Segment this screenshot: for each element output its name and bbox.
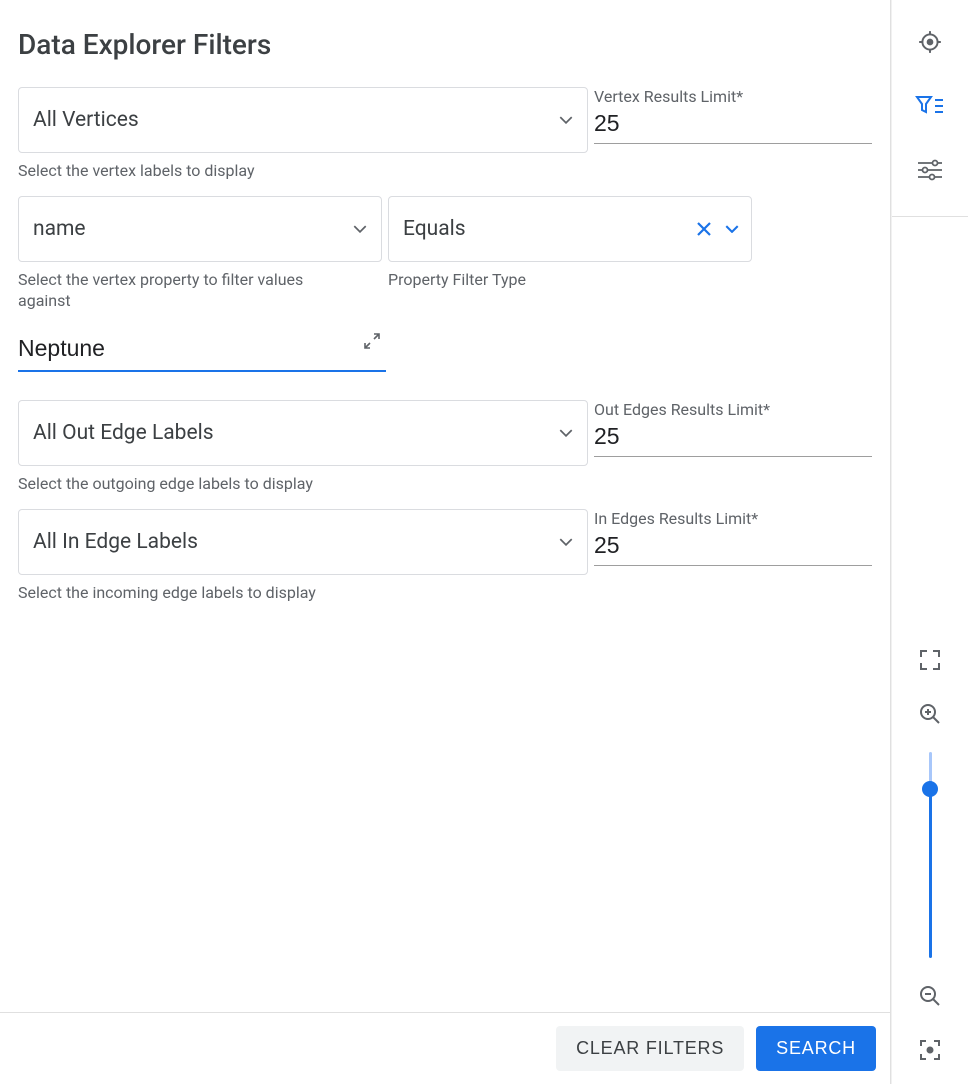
- search-button[interactable]: SEARCH: [756, 1026, 876, 1071]
- vertex-property-value: name: [33, 217, 86, 241]
- out-edge-labels-value: All Out Edge Labels: [33, 421, 214, 445]
- vertex-property-helper: Select the vertex property to filter val…: [18, 270, 358, 312]
- in-edge-limit-label: In Edges Results Limit*: [594, 509, 872, 528]
- vertex-labels-helper: Select the vertex labels to display: [18, 161, 588, 182]
- clear-filters-button[interactable]: CLEAR FILTERS: [556, 1026, 744, 1071]
- out-edge-limit-input[interactable]: [594, 419, 872, 457]
- filter-icon[interactable]: [914, 90, 946, 122]
- settings-sliders-icon[interactable]: [914, 154, 946, 186]
- vertex-labels-select[interactable]: All Vertices: [18, 87, 588, 153]
- zoom-slider-thumb[interactable]: [922, 781, 938, 797]
- zoom-out-icon[interactable]: [914, 980, 946, 1012]
- clear-filter-type-icon[interactable]: [695, 220, 713, 238]
- out-edge-limit-label: Out Edges Results Limit*: [594, 400, 872, 419]
- right-toolbar: [891, 0, 968, 1084]
- filter-type-select[interactable]: Equals: [388, 196, 752, 262]
- zoom-slider[interactable]: [929, 752, 932, 958]
- in-edge-labels-value: All In Edge Labels: [33, 530, 198, 554]
- center-focus-icon[interactable]: [914, 1034, 946, 1066]
- in-edge-labels-select[interactable]: All In Edge Labels: [18, 509, 588, 575]
- filter-type-value: Equals: [403, 217, 466, 241]
- fullscreen-icon[interactable]: [914, 644, 946, 676]
- chevron-down-icon: [353, 225, 367, 233]
- chevron-down-icon: [559, 429, 573, 437]
- out-edge-labels-helper: Select the outgoing edge labels to displ…: [18, 474, 588, 495]
- chevron-down-icon: [725, 225, 739, 233]
- in-edge-limit-input[interactable]: [594, 528, 872, 566]
- vertex-property-select[interactable]: name: [18, 196, 382, 262]
- in-edge-labels-helper: Select the incoming edge labels to displ…: [18, 583, 588, 604]
- zoom-in-icon[interactable]: [914, 698, 946, 730]
- chevron-down-icon: [559, 538, 573, 546]
- vertex-labels-value: All Vertices: [33, 108, 139, 132]
- panel-title: Data Explorer Filters: [18, 28, 872, 61]
- out-edge-labels-select[interactable]: All Out Edge Labels: [18, 400, 588, 466]
- panel-footer: CLEAR FILTERS SEARCH: [0, 1012, 890, 1084]
- filter-panel: Data Explorer Filters All Vertices Selec…: [0, 0, 891, 1084]
- vertex-limit-label: Vertex Results Limit*: [594, 87, 872, 106]
- locate-icon[interactable]: [914, 26, 946, 58]
- vertex-limit-input[interactable]: [594, 106, 872, 144]
- chevron-down-icon: [559, 116, 573, 124]
- property-value-input[interactable]: [18, 329, 386, 372]
- filter-type-helper: Property Filter Type: [388, 270, 752, 291]
- expand-icon[interactable]: [364, 333, 380, 349]
